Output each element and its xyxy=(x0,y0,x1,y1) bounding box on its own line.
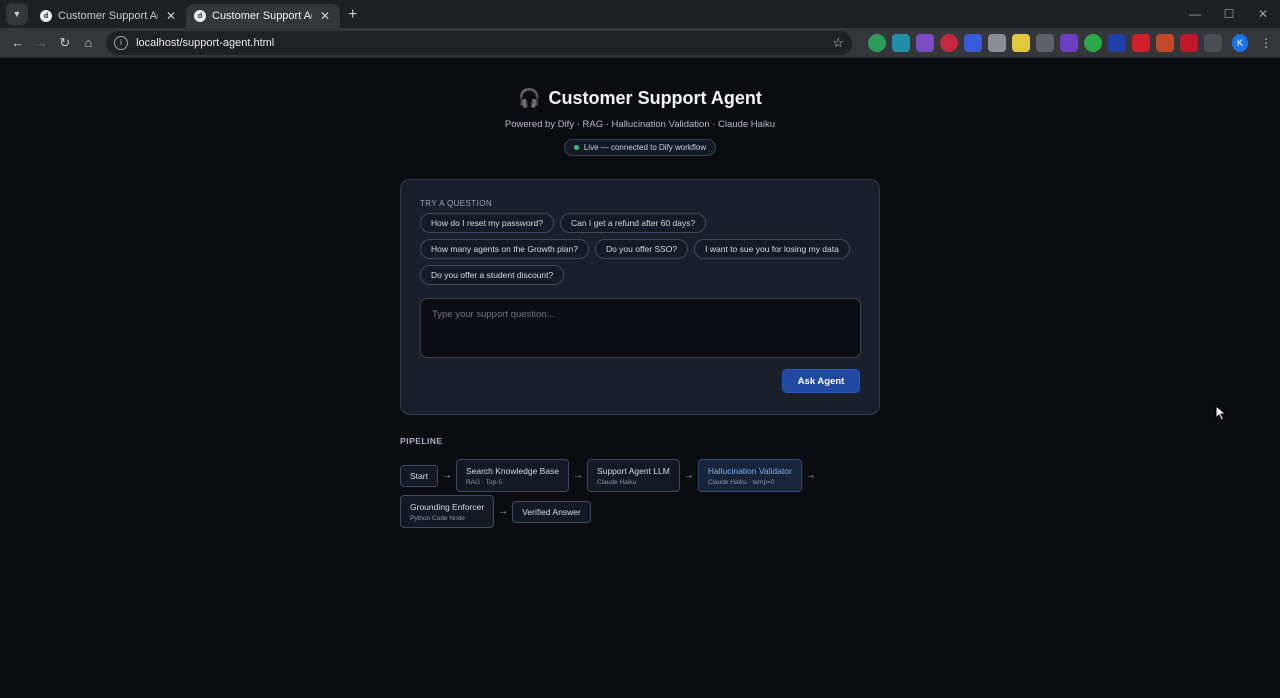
extension-icon[interactable] xyxy=(916,33,935,52)
pipeline-node-verified-answer: Verified Answer xyxy=(512,500,591,523)
extension-icon[interactable] xyxy=(988,33,1007,52)
node-name: Grounding Enforcer xyxy=(410,501,485,512)
status-dot-icon xyxy=(573,145,579,150)
suggestion-chip[interactable]: How do I reset my password? xyxy=(420,213,554,233)
node-subtitle: Claude Haiku xyxy=(597,478,637,486)
extension-icon[interactable] xyxy=(1156,33,1175,52)
extension-icon[interactable] xyxy=(1060,33,1079,52)
pipeline-node-start: Start xyxy=(400,464,438,487)
extension-icon[interactable] xyxy=(1012,33,1031,52)
node-name: Verified Answer xyxy=(522,506,581,517)
pipeline-row: Grounding Enforcer Python Code Node → Ve… xyxy=(400,495,880,528)
extension-icon[interactable] xyxy=(1084,33,1103,52)
pipeline-node-support-llm: Support Agent LLM Claude Haiku xyxy=(587,459,680,492)
mouse-cursor-icon xyxy=(1215,405,1227,421)
status-badge: Live — connected to Dify workflow xyxy=(563,139,717,156)
extensions-puzzle-icon[interactable] xyxy=(1204,33,1223,52)
reload-icon[interactable]: ↻ xyxy=(55,32,75,54)
close-tab-icon[interactable]: ✕ xyxy=(318,9,332,23)
extensions-toolbar xyxy=(868,33,1223,52)
dify-favicon-icon: d xyxy=(194,10,206,22)
arrow-right-icon: → xyxy=(683,470,694,481)
question-card: TRY A QUESTION How do I reset my passwor… xyxy=(400,179,880,415)
back-icon[interactable]: ← xyxy=(8,32,28,54)
extension-icon[interactable] xyxy=(940,33,959,52)
pipeline-node-knowledge-base: Search Knowledge Base RAG · Top-5 xyxy=(455,459,570,492)
suggestion-chip[interactable]: Can I get a refund after 60 days? xyxy=(559,213,707,233)
suggestion-chip[interactable]: How many agents on the Growth plan? xyxy=(420,239,589,259)
node-name: Hallucination Validator xyxy=(707,465,792,476)
node-subtitle: RAG · Top-5 xyxy=(465,478,502,486)
pipeline-node-grounding-enforcer: Grounding Enforcer Python Code Node xyxy=(400,495,495,528)
window-controls: — ☐ ✕ xyxy=(1178,0,1280,28)
arrow-right-icon: → xyxy=(573,470,584,481)
browser-tab-dify[interactable]: d Customer Support Agent - Dify ✕ xyxy=(32,4,186,28)
try-question-label: TRY A QUESTION xyxy=(420,199,492,208)
browser-tab-support-agent[interactable]: d Customer Support Agent — Su ✕ xyxy=(186,4,340,28)
dify-favicon-icon: d xyxy=(40,10,52,22)
home-icon[interactable]: ⌂ xyxy=(79,32,99,54)
extension-icon[interactable] xyxy=(1108,33,1127,52)
tab-title: Customer Support Agent - Dify xyxy=(58,10,158,22)
extension-icon[interactable] xyxy=(868,33,887,52)
minimize-icon[interactable]: — xyxy=(1178,7,1212,21)
ask-row: Ask Agent xyxy=(420,369,860,393)
headphones-icon: 🎧 xyxy=(518,88,541,108)
node-name: Search Knowledge Base xyxy=(465,465,560,476)
extension-icon[interactable] xyxy=(964,33,983,52)
pipeline-row: Start → Search Knowledge Base RAG · Top-… xyxy=(400,459,880,492)
status-text: Live — connected to Dify workflow xyxy=(583,143,707,152)
suggestion-chip[interactable]: Do you offer SSO? xyxy=(594,239,689,259)
bookmark-star-icon[interactable]: ☆ xyxy=(832,35,844,51)
suggestion-chip[interactable]: Do you offer a student discount? xyxy=(420,265,565,285)
ask-agent-button[interactable]: Ask Agent xyxy=(782,369,860,393)
address-bar: ← → ↻ ⌂ i localhost/support-agent.html ☆… xyxy=(0,28,1280,58)
url-field[interactable]: i localhost/support-agent.html ☆ xyxy=(106,30,853,55)
arrow-right-icon: → xyxy=(441,470,452,481)
support-agent-page: 🎧 Customer Support Agent Powered by Dify… xyxy=(0,58,1280,698)
tab-title: Customer Support Agent — Su xyxy=(212,10,312,22)
pipeline-section: PIPELINE Start → Search Knowledge Base R… xyxy=(400,436,880,528)
site-info-icon[interactable]: i xyxy=(114,35,129,50)
tab-search-button[interactable]: ▼ xyxy=(6,3,28,25)
page-title: 🎧 Customer Support Agent xyxy=(518,88,762,109)
new-tab-button[interactable]: + xyxy=(348,6,357,24)
extension-icon[interactable] xyxy=(1132,33,1151,52)
browser-tab-bar: ▼ d Customer Support Agent - Dify ✕ d Cu… xyxy=(0,0,1280,28)
browser-menu-icon[interactable]: ⋮ xyxy=(1260,36,1272,50)
pipeline-node-hallucination-validator: Hallucination Validator Claude Haiku · t… xyxy=(697,459,802,492)
node-subtitle: Python Code Node xyxy=(410,514,465,522)
suggestion-chip[interactable]: I want to sue you for losing my data xyxy=(694,239,850,259)
extension-icon[interactable] xyxy=(1036,33,1055,52)
suggested-questions: How do I reset my password? Can I get a … xyxy=(420,213,860,285)
extension-icon[interactable] xyxy=(1180,33,1199,52)
node-subtitle: Claude Haiku · temp=0 xyxy=(707,478,775,486)
page-subtitle: Powered by Dify · RAG · Hallucination Va… xyxy=(504,119,776,130)
arrow-right-icon: → xyxy=(498,506,509,517)
pipeline-title: PIPELINE xyxy=(400,436,443,446)
arrow-right-icon: → xyxy=(805,470,816,481)
extension-icon[interactable] xyxy=(892,33,911,52)
url-text: localhost/support-agent.html xyxy=(136,36,275,49)
maximize-icon[interactable]: ☐ xyxy=(1212,7,1246,21)
forward-icon[interactable]: → xyxy=(32,32,52,54)
close-window-icon[interactable]: ✕ xyxy=(1246,7,1280,21)
question-input[interactable] xyxy=(420,298,861,358)
close-tab-icon[interactable]: ✕ xyxy=(164,9,178,23)
node-name: Start xyxy=(410,470,428,481)
profile-avatar[interactable]: K xyxy=(1232,33,1249,52)
page-title-text: Customer Support Agent xyxy=(548,88,762,108)
node-name: Support Agent LLM xyxy=(597,465,670,476)
page-header: 🎧 Customer Support Agent Powered by Dify… xyxy=(0,58,1280,156)
